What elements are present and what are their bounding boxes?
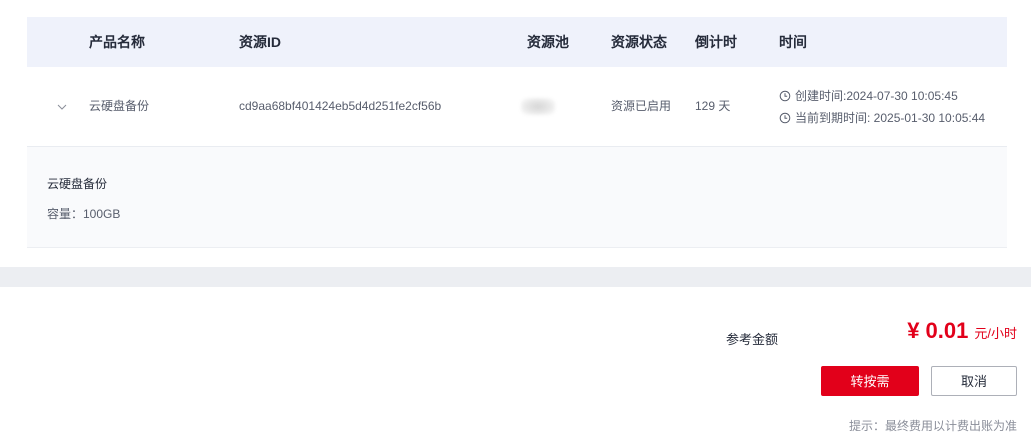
cell-resource-pool-redacted (521, 98, 555, 115)
clock-icon (779, 112, 791, 124)
chevron-down-icon (57, 102, 67, 112)
expire-time: 当前到期时间: 2025-01-30 10:05:44 (795, 111, 986, 125)
table-header: 产品名称 资源ID 资源池 资源状态 倒计时 时间 (27, 17, 1007, 67)
section-divider (0, 267, 1031, 287)
cell-time: 创建时间:2024-07-30 10:05:45 当前到期时间: 2025-01… (779, 85, 985, 129)
header-resource-pool: 资源池 (527, 34, 569, 50)
page: 产品名称 资源ID 资源池 资源状态 倒计时 时间 云硬盘备份 cd9aa68b… (0, 0, 1031, 441)
table-row: 云硬盘备份 cd9aa68bf401424eb5d4d251fe2cf56b 资… (27, 67, 1007, 147)
resource-table: 产品名称 资源ID 资源池 资源状态 倒计时 时间 云硬盘备份 cd9aa68b… (27, 17, 1007, 248)
price-display: ¥ 0.01 元/小时 (907, 318, 1017, 344)
cell-product-name: 云硬盘备份 (89, 99, 150, 113)
row-detail-panel: 云硬盘备份 容量：100GB (27, 147, 1007, 248)
convert-on-demand-button[interactable]: 转按需 (821, 366, 919, 396)
header-resource-status: 资源状态 (611, 34, 667, 50)
header-countdown: 倒计时 (695, 34, 737, 50)
detail-title: 云硬盘备份 (47, 177, 108, 191)
header-resource-id: 资源ID (239, 34, 281, 50)
clock-icon (779, 90, 791, 102)
row-expand-toggle[interactable] (57, 102, 67, 112)
price-amount: ¥ 0.01 (907, 318, 969, 343)
created-time-line: 创建时间:2024-07-30 10:05:45 (779, 85, 985, 107)
detail-capacity: 容量：100GB (47, 207, 121, 221)
expire-time-line: 当前到期时间: 2025-01-30 10:05:44 (779, 107, 985, 129)
billing-hint: 提示：最终费用以计费出账为准 (848, 419, 1017, 433)
cell-resource-status: 资源已启用 (611, 99, 672, 113)
cell-resource-id: cd9aa68bf401424eb5d4d251fe2cf56b (239, 99, 442, 113)
header-product-name: 产品名称 (89, 34, 145, 50)
cancel-button[interactable]: 取消 (931, 366, 1017, 396)
price-unit: 元/小时 (974, 326, 1017, 341)
price-label: 参考金额 (726, 332, 779, 347)
cell-countdown: 129 天 (695, 99, 731, 113)
created-time: 创建时间:2024-07-30 10:05:45 (795, 89, 958, 103)
header-time: 时间 (779, 34, 807, 50)
